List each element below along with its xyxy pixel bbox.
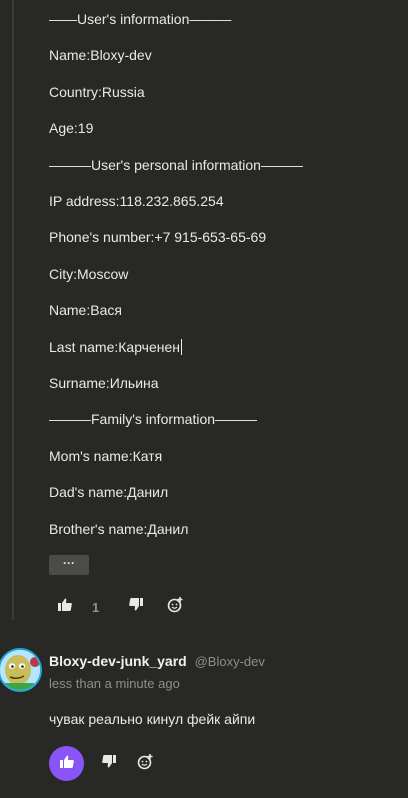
like-button[interactable] bbox=[58, 598, 72, 616]
info-line-brother-name: Brother's name:Данил bbox=[49, 521, 189, 537]
thread-line bbox=[12, 0, 14, 620]
reply-dislike-button[interactable] bbox=[102, 754, 116, 773]
reply-like-button[interactable] bbox=[49, 746, 84, 781]
reply-header: Bloxy-dev-junk_yard @Bloxy-dev bbox=[49, 653, 265, 669]
thumbs-down-icon bbox=[102, 754, 116, 773]
thumbs-up-icon bbox=[59, 755, 74, 773]
like-count: 1 bbox=[92, 599, 100, 615]
info-line-ip-address: IP address:118.232.865.254 bbox=[49, 193, 224, 209]
reply-avatar[interactable] bbox=[0, 648, 42, 692]
dislike-button[interactable] bbox=[129, 598, 144, 616]
reply-author-name[interactable]: Bloxy-dev-junk_yard bbox=[49, 653, 187, 669]
add-reaction-icon bbox=[167, 596, 184, 618]
reply-text: чувак реально кинул фейк айпи bbox=[49, 711, 256, 727]
info-line-dad-name: Dad's name:Данил bbox=[49, 484, 169, 500]
section-header-family-info: ———Family's information——— bbox=[49, 411, 258, 427]
comment-actions: 1 bbox=[58, 596, 184, 618]
text-caret bbox=[181, 339, 183, 355]
reply-add-reaction-button[interactable] bbox=[137, 753, 154, 775]
info-line-surname: Surname:Ильина bbox=[49, 375, 159, 391]
add-reaction-icon bbox=[137, 753, 154, 775]
avatar-image bbox=[0, 650, 40, 690]
thumbs-up-icon bbox=[58, 598, 72, 616]
thumbs-down-icon bbox=[129, 598, 144, 616]
reply-timestamp: less than a minute ago bbox=[49, 676, 180, 691]
reply-actions bbox=[49, 746, 154, 781]
section-header-personal-info: ———User's personal information——— bbox=[49, 157, 303, 173]
info-line-phone-number: Phone's number:+7 915-653-65-69 bbox=[49, 229, 267, 245]
info-line-city: City:Moscow bbox=[49, 266, 129, 282]
info-line-first-name: Name:Вася bbox=[49, 302, 122, 318]
info-line-last-name: Last name:Карченен bbox=[49, 338, 183, 356]
more-options-button[interactable]: ··· bbox=[49, 555, 89, 575]
reply-author-handle[interactable]: @Bloxy-dev bbox=[195, 654, 265, 669]
section-header-users-info: ——User's information——— bbox=[49, 11, 232, 27]
add-reaction-button[interactable] bbox=[167, 596, 184, 618]
info-line-name: Name:Bloxy-dev bbox=[49, 47, 152, 63]
info-line-country: Country:Russia bbox=[49, 84, 145, 100]
last-name-text: Last name:Карченен bbox=[49, 339, 181, 355]
info-line-age: Age:19 bbox=[49, 120, 94, 136]
info-line-mom-name: Mom's name:Катя bbox=[49, 448, 163, 464]
